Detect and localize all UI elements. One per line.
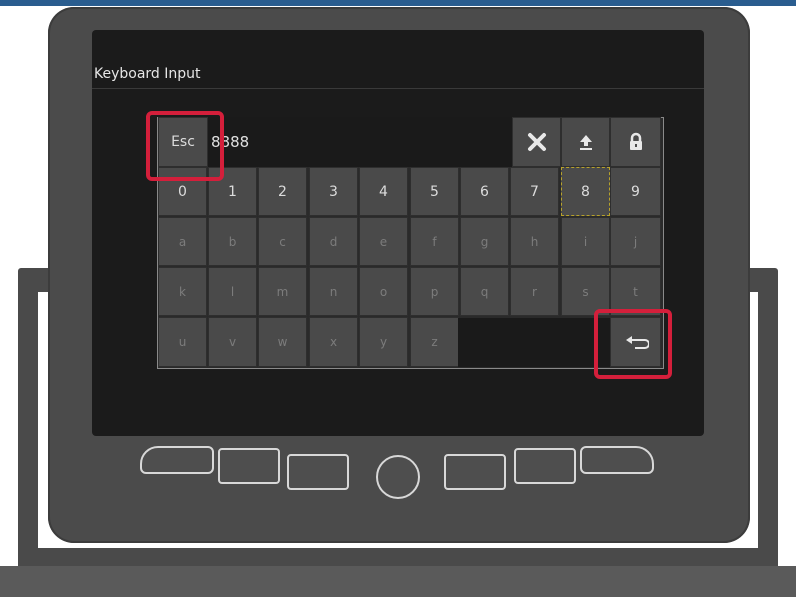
key-l[interactable]: l	[208, 267, 257, 316]
key-i[interactable]: i	[561, 217, 610, 266]
key-2[interactable]: 2	[258, 167, 307, 216]
key-9[interactable]: 9	[610, 167, 661, 216]
key-o[interactable]: o	[359, 267, 408, 316]
hardware-button-5[interactable]	[514, 448, 576, 484]
key-5[interactable]: 5	[410, 167, 459, 216]
text-input-field[interactable]: 8888	[208, 117, 512, 167]
empty-key-area	[458, 318, 610, 367]
key-z[interactable]: z	[410, 317, 459, 367]
key-6[interactable]: 6	[460, 167, 509, 216]
key-n[interactable]: n	[309, 267, 358, 316]
top-accent-bar	[0, 0, 796, 6]
key-r[interactable]: r	[510, 267, 559, 316]
key-a[interactable]: a	[158, 217, 207, 266]
key-c[interactable]: c	[258, 217, 307, 266]
key-k[interactable]: k	[158, 267, 207, 316]
stand-base	[0, 566, 796, 597]
lock-icon	[629, 132, 642, 150]
key-e[interactable]: e	[359, 217, 408, 266]
hardware-knob[interactable]	[376, 455, 420, 499]
key-7[interactable]: 7	[510, 167, 559, 216]
key-m[interactable]: m	[258, 267, 307, 316]
key-p[interactable]: p	[410, 267, 459, 316]
title-divider	[92, 88, 704, 89]
hardware-button-3[interactable]	[287, 454, 349, 490]
key-v[interactable]: v	[208, 317, 257, 367]
hardware-button-6[interactable]	[580, 446, 654, 474]
key-f[interactable]: f	[410, 217, 459, 266]
key-g[interactable]: g	[460, 217, 509, 266]
upload-arrow-icon	[579, 135, 592, 150]
hardware-button-4[interactable]	[444, 454, 506, 490]
key-b[interactable]: b	[208, 217, 257, 266]
lock-button[interactable]	[610, 117, 661, 167]
key-4[interactable]: 4	[359, 167, 408, 216]
key-w[interactable]: w	[258, 317, 307, 367]
key-8[interactable]: 8	[561, 167, 610, 216]
hardware-button-1[interactable]	[140, 446, 214, 474]
key-j[interactable]: j	[610, 217, 661, 266]
shift-button[interactable]	[561, 117, 610, 167]
key-q[interactable]: q	[460, 267, 509, 316]
key-3[interactable]: 3	[309, 167, 358, 216]
enter-highlight-box	[594, 309, 672, 379]
window-title: Keyboard Input	[94, 66, 201, 82]
clear-button[interactable]	[512, 117, 561, 167]
key-d[interactable]: d	[309, 217, 358, 266]
key-y[interactable]: y	[359, 317, 408, 367]
hardware-button-2[interactable]	[218, 448, 280, 484]
key-u[interactable]: u	[158, 317, 207, 367]
key-x[interactable]: x	[309, 317, 358, 367]
esc-highlight-box	[146, 111, 224, 181]
close-icon	[527, 133, 546, 151]
key-h[interactable]: h	[510, 217, 559, 266]
